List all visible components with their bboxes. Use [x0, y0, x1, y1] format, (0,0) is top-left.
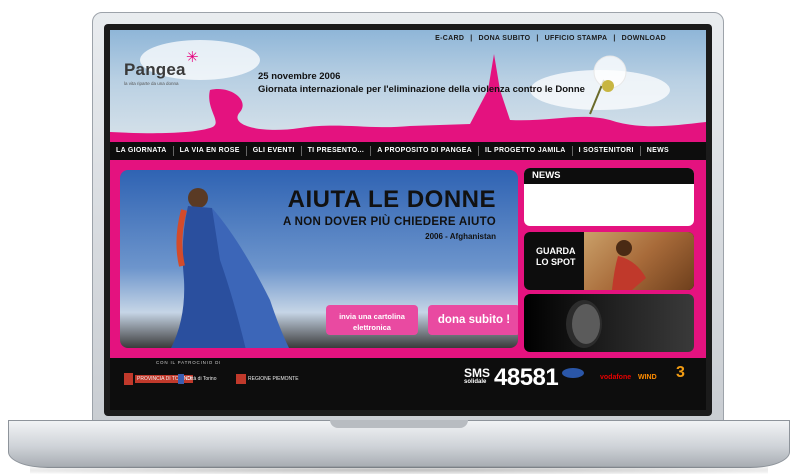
dandelion-head: [602, 80, 614, 92]
sms-solidale-label: solidale: [464, 379, 487, 385]
nav-item-sostenitori[interactable]: I SOSTENITORI: [573, 146, 641, 156]
portrait-panel[interactable]: [524, 294, 694, 352]
sponsor-citta-torino[interactable]: Città di Torino: [178, 372, 216, 386]
content-area: AIUTA LE DONNE A NON DOVER PIÙ CHIEDERE …: [110, 160, 706, 358]
logo-name: Pangea: [124, 60, 186, 79]
hero-year-place: 2006 - Afghanistan: [425, 232, 496, 241]
spot-thumbnail-image: [584, 232, 694, 290]
donate-now-button[interactable]: dona subito !: [428, 305, 518, 335]
watch-spot-panel[interactable]: GUARDA LO SPOT: [524, 232, 694, 290]
hero-title: AIUTA LE DONNE: [287, 186, 496, 213]
link-separator: |: [470, 35, 473, 42]
laptop-notch: [330, 420, 468, 428]
nav-item-progetto-jamila[interactable]: IL PROGETTO JAMILA: [479, 146, 573, 156]
event-title: Giornata internazionale per l'eliminazio…: [258, 84, 585, 95]
hero-subtitle: A NON DOVER PIÙ CHIEDERE AIUTO: [282, 216, 496, 228]
link-separator: |: [536, 35, 539, 42]
sms-label: SMS: [464, 366, 491, 380]
news-title: NEWS: [524, 168, 694, 184]
watch-spot-label: GUARDA LO SPOT: [536, 246, 576, 268]
vodafone-logo: vodafone: [600, 374, 632, 381]
nav-item-ti-presento[interactable]: TI PRESENTO...: [302, 146, 372, 156]
wind-logo: WIND: [638, 374, 657, 381]
sponsor-name: REGIONE PIEMONTE: [248, 376, 299, 382]
send-ecard-button[interactable]: invia una cartolina elettronica: [326, 305, 418, 335]
star-icon: ✳: [186, 49, 199, 66]
spot-label-line1: GUARDA: [536, 246, 576, 256]
event-headline: 25 novembre 2006 Giornata internazionale…: [258, 70, 585, 96]
logo-tagline: la vita riparte da una donna: [124, 81, 179, 86]
spot-label-line2: LO SPOT: [536, 257, 576, 267]
sponsor-name: Città di Torino: [186, 376, 217, 382]
top-link-dona-subito[interactable]: DONA SUBITO: [478, 35, 530, 42]
coat-of-arms-icon: [124, 373, 133, 385]
tre-logo: 3: [676, 364, 685, 381]
patronage-label: CON IL PATROCINIO DI: [156, 360, 222, 365]
event-date: 25 novembre 2006: [258, 71, 341, 82]
top-link-ufficio-stampa[interactable]: UFFICIO STAMPA: [545, 35, 608, 42]
coat-of-arms-icon: [178, 374, 184, 384]
news-panel[interactable]: NEWS: [524, 168, 694, 226]
link-separator: |: [613, 35, 616, 42]
nav-item-gli-eventi[interactable]: GLI EVENTI: [247, 146, 302, 156]
woman-in-sari-image: [170, 188, 290, 348]
woman-portrait-image: [566, 300, 602, 348]
nav-item-a-proposito[interactable]: A PROPOSITO DI PANGEA: [371, 146, 480, 156]
main-nav: LA GIORNATA LA VIA EN ROSE GLI EVENTI TI…: [110, 142, 706, 160]
top-link-download[interactable]: DOWNLOAD: [622, 35, 666, 42]
top-link-ecard[interactable]: E-CARD: [435, 35, 464, 42]
site-footer: CON IL PATROCINIO DI PROVINCIA DI TORINO…: [110, 358, 706, 410]
nav-item-news[interactable]: NEWS: [641, 146, 675, 156]
pangea-logo[interactable]: ✳ Pangea la vita riparte da una donna: [124, 49, 199, 86]
regional-flag-icon: [236, 374, 246, 384]
browser-screen: E-CARD | DONA SUBITO | UFFICIO STAMPA | …: [110, 30, 706, 410]
sponsor-regione-piemonte[interactable]: REGIONE PIEMONTE: [236, 372, 299, 386]
laptop-shadow: [30, 466, 768, 474]
site-header: E-CARD | DONA SUBITO | UFFICIO STAMPA | …: [110, 30, 706, 142]
sms-number: 48581: [494, 364, 559, 391]
nav-item-la-via-en-rose[interactable]: LA VIA EN ROSE: [174, 146, 247, 156]
nav-item-la-giornata[interactable]: LA GIORNATA: [110, 146, 174, 156]
hero-banner: AIUTA LE DONNE A NON DOVER PIÙ CHIEDERE …: [120, 170, 518, 348]
running-woman-image: [612, 240, 646, 290]
top-links: E-CARD | DONA SUBITO | UFFICIO STAMPA | …: [435, 35, 666, 42]
tim-logo-icon: [562, 368, 584, 378]
